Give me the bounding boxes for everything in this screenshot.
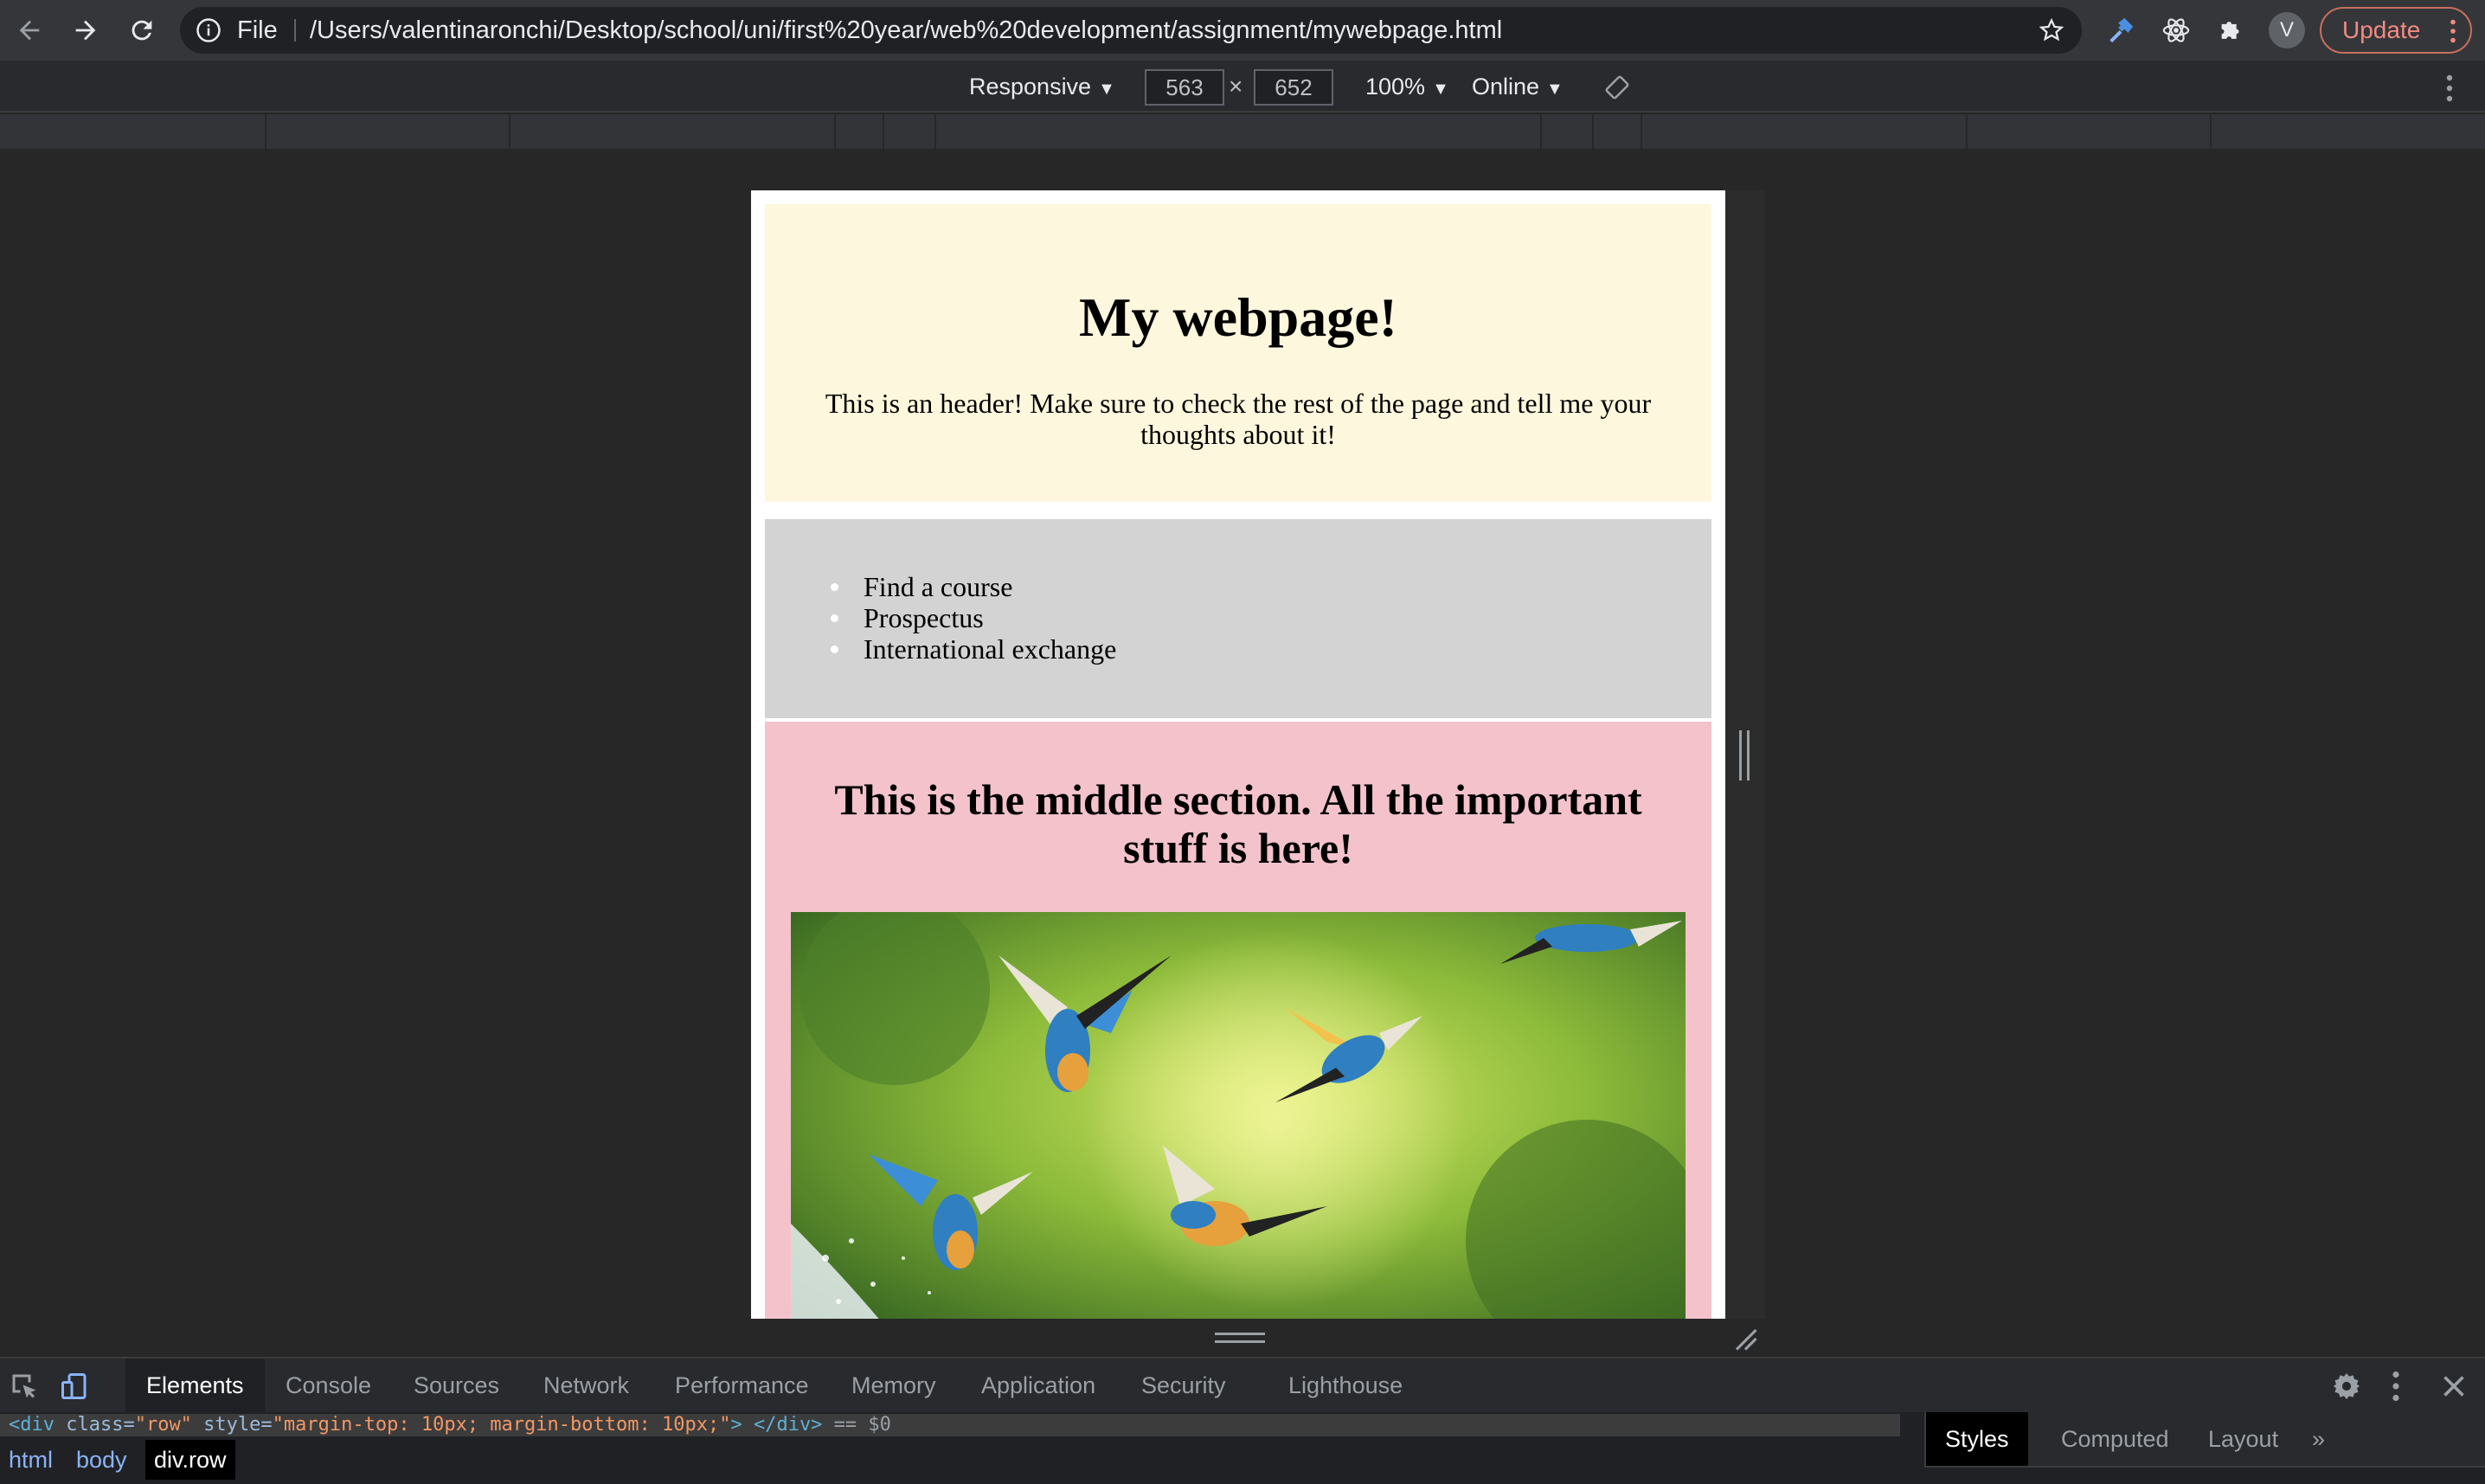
update-label: Update [2342, 16, 2421, 43]
nav-item-prospectus[interactable]: Prospectus [830, 602, 1116, 633]
media-query-segment[interactable] [1968, 114, 2212, 149]
extension-hammer-icon[interactable] [2104, 14, 2137, 47]
media-query-segment[interactable] [266, 114, 510, 149]
forward-button[interactable] [65, 10, 106, 51]
tab-sources[interactable]: Sources [393, 1359, 520, 1412]
code-close-tag: > </div> [730, 1414, 823, 1436]
media-query-segment[interactable] [2212, 114, 2485, 149]
address-bar[interactable]: File /Users/valentinaronchi/Desktop/scho… [180, 7, 2082, 54]
profile-avatar[interactable]: V [2269, 12, 2305, 48]
media-query-segment[interactable] [0, 114, 266, 149]
tab-performance[interactable]: Performance [654, 1359, 830, 1412]
resize-handle-bottom[interactable] [1215, 1333, 1265, 1343]
tab-network[interactable]: Network [523, 1359, 650, 1412]
header-text: This is an header! Make sure to check th… [825, 388, 1652, 450]
middle-heading: This is the middle section. All the impo… [834, 775, 1642, 872]
code-val-style: "margin-top: 10px; margin-bottom: 10px;" [272, 1414, 731, 1436]
media-query-segment[interactable] [510, 114, 836, 149]
devtools-tab-bar: Elements Console Sources Network Perform… [0, 1357, 2485, 1412]
nav-section: Find a course Prospectus International e… [765, 519, 1711, 718]
reload-button[interactable] [121, 10, 163, 51]
media-query-segment[interactable] [1594, 114, 1642, 149]
kingfishers-photo [791, 912, 1686, 1319]
code-dollar-ref: == $0 [822, 1414, 891, 1436]
media-query-segment[interactable] [1642, 114, 1968, 149]
styles-pane-tabs: Styles Computed Layout » [1924, 1412, 2485, 1468]
info-icon[interactable] [196, 17, 222, 43]
omnibox-divider [294, 19, 296, 42]
breadcrumb-body[interactable]: body [67, 1440, 136, 1480]
tab-elements[interactable]: Elements [125, 1359, 265, 1412]
zoom-select[interactable]: 100% ▼ [1365, 61, 1449, 112]
close-devtools-icon[interactable] [2438, 1371, 2469, 1402]
emulated-viewport: My webpage! This is an header! Make sure… [751, 190, 1725, 1319]
code-val-class: "row" [134, 1414, 192, 1436]
extensions-puzzle-icon[interactable] [2215, 14, 2248, 47]
header-section: My webpage! This is an header! Make sure… [765, 204, 1711, 502]
caret-down-icon: ▼ [1432, 80, 1449, 99]
nav-item-find-a-course[interactable]: Find a course [830, 571, 1116, 602]
viewport-scrollbar[interactable] [1713, 190, 1725, 1319]
device-toggle-icon[interactable] [59, 1371, 90, 1402]
height-input[interactable]: 652 [1254, 69, 1333, 106]
tab-security[interactable]: Security [1120, 1359, 1247, 1412]
resize-corner-icon[interactable] [1732, 1326, 1758, 1352]
url-text[interactable]: /Users/valentinaronchi/Desktop/school/un… [310, 7, 1502, 54]
network-throttle-select[interactable]: Online ▼ [1472, 61, 1564, 112]
media-query-bar[interactable] [0, 114, 2485, 149]
arrow-left-icon [19, 20, 40, 41]
tab-memory[interactable]: Memory [831, 1359, 957, 1412]
code-attr-class: class= [54, 1414, 135, 1436]
tab-lighthouse[interactable]: Lighthouse [1268, 1359, 1423, 1412]
react-devtools-icon[interactable] [2160, 14, 2193, 47]
zoom-select-label: 100% [1365, 74, 1426, 100]
settings-gear-icon[interactable] [2331, 1371, 2362, 1402]
kebab-menu-icon [2450, 19, 2456, 43]
back-button[interactable] [9, 10, 50, 51]
dimension-separator: × [1229, 73, 1243, 100]
device-select-label: Responsive [969, 74, 1092, 100]
bookmark-star-icon[interactable] [2039, 17, 2064, 43]
browser-toolbar: File /Users/valentinaronchi/Desktop/scho… [0, 0, 2485, 61]
update-button[interactable]: Update [2320, 7, 2472, 54]
selected-dom-node[interactable]: <div class="row" style="margin-top: 10px… [0, 1414, 1900, 1436]
middle-section: This is the middle section. All the impo… [765, 722, 1711, 1319]
media-query-segment[interactable] [1542, 114, 1594, 149]
inspect-element-icon[interactable] [9, 1371, 40, 1402]
tab-layout[interactable]: Layout [2189, 1412, 2297, 1466]
tab-application[interactable]: Application [960, 1359, 1116, 1412]
caret-down-icon: ▼ [1098, 80, 1115, 99]
page-title: My webpage! [1079, 286, 1397, 348]
tab-computed[interactable]: Computed [2042, 1412, 2188, 1466]
media-query-segment[interactable] [836, 114, 884, 149]
code-attr-style: style= [191, 1414, 273, 1436]
tab-styles[interactable]: Styles [1926, 1412, 2028, 1466]
media-query-segment[interactable] [884, 114, 936, 149]
more-tabs-icon[interactable]: » [2293, 1412, 2344, 1466]
scheme-label: File [237, 16, 278, 44]
network-select-label: Online [1472, 74, 1540, 100]
code-open-tag: <div [9, 1414, 55, 1436]
devtools-more-icon[interactable] [2390, 1371, 2402, 1402]
breadcrumb-html[interactable]: html [0, 1440, 61, 1480]
nav-list: Find a course Prospectus International e… [830, 571, 1116, 665]
device-select[interactable]: Responsive ▼ [969, 61, 1115, 112]
arrow-right-icon [75, 20, 96, 41]
media-query-segment[interactable] [936, 114, 1542, 149]
nav-item-international-exchange[interactable]: International exchange [830, 633, 1116, 665]
reload-icon [132, 20, 152, 41]
tab-console[interactable]: Console [265, 1359, 392, 1412]
device-toolbar-more-icon[interactable] [2445, 74, 2454, 102]
breadcrumb-div-row[interactable]: div.row [145, 1440, 235, 1480]
resize-handle-right[interactable] [1739, 730, 1750, 781]
rotate-icon[interactable] [1602, 73, 1632, 102]
width-input[interactable]: 563 [1145, 69, 1224, 106]
device-toolbar: Responsive ▼ 563 × 652 100% ▼ Online ▼ [0, 61, 2485, 112]
caret-down-icon: ▼ [1546, 80, 1564, 99]
